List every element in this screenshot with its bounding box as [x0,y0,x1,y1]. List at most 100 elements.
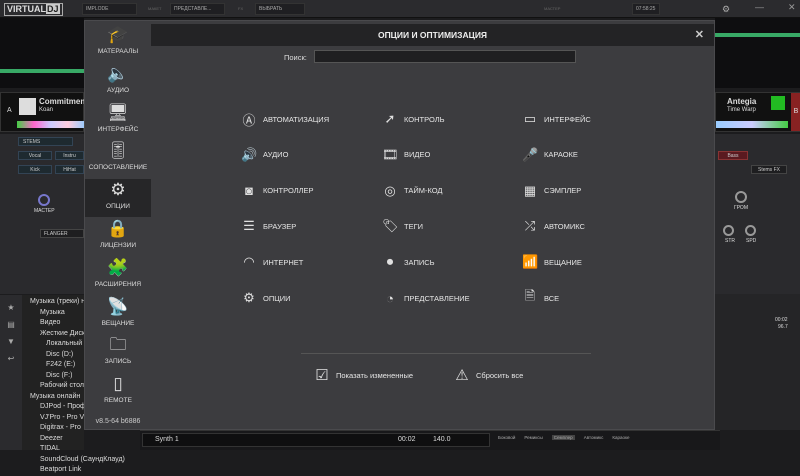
pad-bass[interactable]: Bass [718,151,748,160]
nav-item-puzzle[interactable]: 🧩 РАСШИРЕНИЯ [85,257,151,295]
bottom-bar: Synth 1 00:02 140.0 Боковой Ремиксы Семп… [140,430,720,450]
deck-a-panel: STEMS Vocal Instru Kick HiHat МАСТЕР FLA… [0,134,84,294]
option-8[interactable]: ◎ ТАЙМ-КОД [382,183,442,199]
tab-sampler[interactable]: Семплер [551,435,575,440]
search-input[interactable] [314,50,576,63]
cursor-icon: ➚ [384,111,396,126]
sliders-icon: 🎚 [107,141,129,161]
pad-instru[interactable]: Instru [55,151,84,160]
str-knob[interactable] [723,225,734,236]
nav-item-broadcast-dish[interactable]: 📡 ВЕЩАНИЕ [85,296,151,334]
fx-dropdown[interactable]: ВЫБРАТЬ [255,3,305,15]
option-3[interactable]: ▭ ИНТЕРФЕЙС [522,111,591,127]
option-1[interactable]: Ⓐ АВТОМАТИЗАЦИЯ [241,111,330,128]
nav-label: REMOTE [104,397,132,405]
clock: 07:58:25 [632,3,660,15]
show-changed-button[interactable]: ☑ Показать измененные [314,366,413,384]
tab-karaoke[interactable]: Караоке [612,435,629,440]
tab-remixes[interactable]: Ремиксы [524,435,542,440]
nav-item-sliders[interactable]: 🎚 СОПОСТАВЛЕНИЕ [85,140,151,178]
pad-stems-fx[interactable]: Stems FX [751,165,787,174]
option-label: ВСЕ [544,293,560,303]
broadcast-dish-icon: 📡 [107,296,129,316]
reset-all-button[interactable]: ⚠ Сбросить все [454,366,523,384]
tab-automix[interactable]: Автомикс [584,435,604,440]
nav-item-gear[interactable]: ⚙ ОПЦИИ [85,179,151,218]
laptop-icon: ▭ [523,111,537,126]
option-5[interactable]: 🎞 ВИДЕО [382,147,430,163]
user-field[interactable]: IMPLODE [82,3,137,15]
option-7[interactable]: ◙ КОНТРОЛЛЕР [241,183,314,199]
star-icon[interactable]: ★ [0,303,22,312]
tab-sidebar[interactable]: Боковой [498,435,515,440]
close-icon[interactable]: ✕ [695,24,704,46]
speaker-icon: 🔊 [241,146,258,162]
option-18[interactable]: 🗎 ВСЕ [522,288,560,306]
nav-item-music-folder[interactable]: 🗀 ЗАПИСЬ [85,334,151,372]
puzzle-icon: 🧩 [107,257,129,277]
close-app-button[interactable]: ✕ [788,2,796,13]
option-15[interactable]: 📶 ВЕЩАНИЕ [522,254,582,270]
antenna-icon: 📶 [522,254,539,270]
nav-item-lock[interactable]: 🔒 ЛИЦЕНЗИИ [85,218,151,256]
nav-label: ОПЦИИ [106,203,130,211]
nav-item-speaker[interactable]: 🔈 АУДИО [85,63,151,101]
option-10[interactable]: ☰ БРАУЗЕР [241,218,296,234]
minimize-button[interactable]: — [755,2,764,12]
monitor-icon: 🖥 [107,102,129,122]
lock-icon: 🔒 [107,219,129,238]
album-art [771,96,785,110]
settings-nav: 🎓 МАТЕРААЛЫ 🔈 АУДИО 🖥 ИНТЕРФЕЙС 🎚 СОПОСТАВЛЕНИЕ… [85,21,151,429]
option-label: ОПЦИИ [263,293,291,303]
pad-hihat[interactable]: HiHat [55,165,84,174]
pad-kick[interactable]: Kick [18,165,52,174]
option-9[interactable]: ▦ СЭМПЛЕР [522,183,581,199]
filter-icon[interactable]: ▼ [0,337,22,346]
nav-item-graduation-cap[interactable]: 🎓 МАТЕРААЛЫ [85,24,151,62]
settings-icon[interactable]: ⚙ [722,4,730,15]
option-4[interactable]: 🔊 АУДИО [241,147,288,163]
warning-icon: ⚠ [455,367,469,384]
master-knob[interactable] [38,194,50,206]
record-icon: ⏺ [386,254,394,270]
spd-knob[interactable] [745,225,756,236]
volume-knob[interactable] [735,191,747,203]
info-panel: 00:02 96.7 [715,294,800,430]
option-14[interactable]: ⏺ ЗАПИСЬ [382,254,435,270]
nav-label: ЗАПИСЬ [104,358,132,366]
option-label: АВТОМАТИЗАЦИЯ [263,114,330,124]
option-label: АУДИО [263,150,289,160]
option-16[interactable]: ⚙ ОПЦИИ [241,290,291,306]
search-label: Поиск: [284,53,307,62]
tree-item[interactable]: SoundCloud (СаундКлауд) [0,455,125,466]
pad-vocal[interactable]: Vocal [18,151,52,160]
option-12[interactable]: ⤮ АВТОМИКС [522,218,585,234]
nav-item-tablet[interactable]: ▯ REMOTE [85,373,151,411]
tablet-icon: ▯ [113,374,123,394]
options-dialog: 🎓 МАТЕРААЛЫ 🔈 АУДИО 🖥 ИНТЕРФЕЙС 🎚 СОПОСТАВЛЕНИЕ… [84,20,715,430]
option-2[interactable]: ➚ КОНТРОЛЬ [382,111,445,127]
stems-dropdown[interactable]: STEMS [18,137,73,146]
option-13[interactable]: ◠ ИНТЕРНЕТ [241,254,303,270]
tree-item[interactable]: Beatport Link [0,465,84,476]
skin-dropdown[interactable]: ПРЕДСТАВЛЕ... [170,3,225,15]
browser-tree: ★ ▤ ▼ ↩ Музыка (треки) на ПК Музыка Виде… [0,295,133,473]
sampler-row[interactable]: Synth 1 00:02 140.0 [142,433,490,447]
option-label: АВТОМИКС [544,221,585,231]
nav-item-monitor[interactable]: 🖥 ИНТЕРФЕЙС [85,102,151,140]
mini-waveform [17,121,85,128]
gear-icon: ⚙ [110,180,126,200]
folder-icon[interactable]: ▤ [0,320,22,329]
nav-label: ВЕЩАНИЕ [101,319,135,327]
option-17[interactable]: ◔ ПРЕДСТАВЛЕНИЕ [382,290,470,306]
option-label: ИНТЕРФЕЙС [544,114,591,124]
option-6[interactable]: 🎤 КАРАОКЕ [522,147,578,163]
track-title: Commitment [39,97,88,106]
option-label: ЗАПИСЬ [404,257,435,267]
option-11[interactable]: 🏷 ТЕГИ [382,218,423,234]
nav-label: ИНТЕРФЕЙС [97,125,139,133]
dialog-title: ОПЦИИ И ОПТИМИЗАЦИЯ [377,30,488,40]
fx-select[interactable]: FLANGER [40,229,84,238]
sample-bpm: 140.0 [433,436,451,443]
back-icon[interactable]: ↩ [0,354,22,363]
